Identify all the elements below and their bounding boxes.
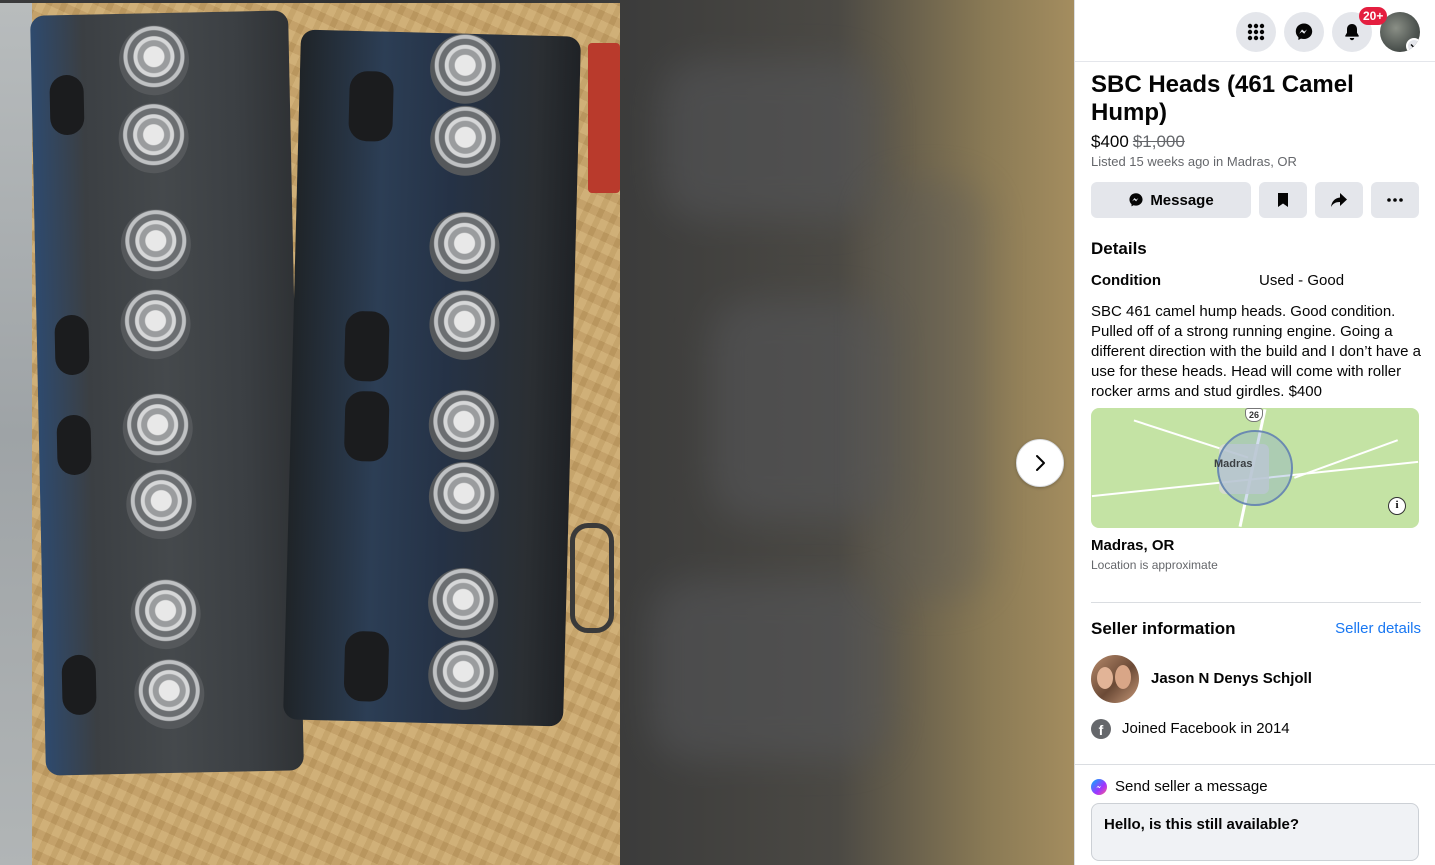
route-shield: 26 — [1245, 408, 1263, 422]
listing-date-location: Listed 15 weeks ago in Madras, OR — [1091, 154, 1297, 169]
seller-avatar[interactable] — [1091, 655, 1139, 703]
next-photo-button[interactable] — [1016, 439, 1064, 487]
original-price: $1,000 — [1132, 132, 1185, 151]
grid-menu-icon — [1247, 23, 1265, 41]
share-button[interactable] — [1315, 182, 1363, 218]
listing-actions: Message — [1091, 182, 1421, 218]
location-note: Location is approximate — [1091, 558, 1218, 572]
bookmark-icon — [1278, 193, 1288, 207]
listing-title: SBC Heads (461 Camel Hump) — [1091, 71, 1354, 126]
more-dots-icon — [1387, 198, 1403, 202]
chevron-right-icon — [1036, 455, 1045, 471]
cylinder-head-right — [283, 29, 581, 727]
seller-joined-date: Joined Facebook in 2014 — [1122, 720, 1290, 737]
seller-details-link[interactable]: Seller details — [1335, 620, 1421, 637]
cylinder-head-left — [30, 10, 304, 776]
messenger-icon — [1295, 23, 1313, 40]
details-heading: Details — [1091, 239, 1147, 258]
seller-name[interactable]: Jason N Denys Schjoll — [1151, 670, 1312, 687]
message-button[interactable]: Message — [1091, 182, 1251, 218]
messenger-icon — [1129, 193, 1143, 207]
messenger-gradient-icon — [1091, 778, 1107, 795]
chevron-down-icon — [1406, 38, 1420, 52]
listing-details-panel: SBC Heads (461 Camel Hump) $400 $1,000 Li… — [1074, 0, 1435, 865]
send-message-heading-label: Send seller a message — [1115, 778, 1268, 795]
save-button[interactable] — [1259, 182, 1307, 218]
listing-media-viewer — [0, 0, 1074, 865]
seller-info-heading: Seller information — [1091, 619, 1236, 638]
blurred-photo-fill — [620, 0, 1074, 865]
messenger-button[interactable] — [1284, 12, 1324, 52]
current-price: $400 — [1091, 132, 1129, 151]
share-icon — [1331, 193, 1347, 207]
listing-photo[interactable] — [0, 3, 620, 865]
send-message-heading: Send seller a message — [1091, 778, 1268, 795]
listing-description: SBC 461 camel hump heads. Good condition… — [1091, 303, 1421, 400]
map-town-label: Madras — [1214, 458, 1253, 470]
condition-value: Used - Good — [1259, 272, 1345, 289]
message-button-label: Message — [1150, 191, 1214, 209]
location-map[interactable]: Madras 26 i — [1091, 408, 1419, 528]
map-info-icon[interactable]: i — [1388, 497, 1406, 515]
condition-label: Condition — [1091, 272, 1161, 289]
section-divider — [1091, 602, 1421, 603]
menu-button[interactable] — [1236, 12, 1276, 52]
notification-badge: 20+ — [1359, 7, 1388, 25]
seller-message-input[interactable]: Hello, is this still available? — [1091, 803, 1419, 861]
more-options-button[interactable] — [1371, 182, 1419, 218]
facebook-icon: f — [1091, 719, 1111, 739]
section-divider — [1075, 764, 1435, 765]
bell-icon — [1345, 24, 1359, 41]
location-name: Madras, OR — [1091, 537, 1175, 554]
listing-price: $400 $1,000 — [1091, 132, 1185, 152]
